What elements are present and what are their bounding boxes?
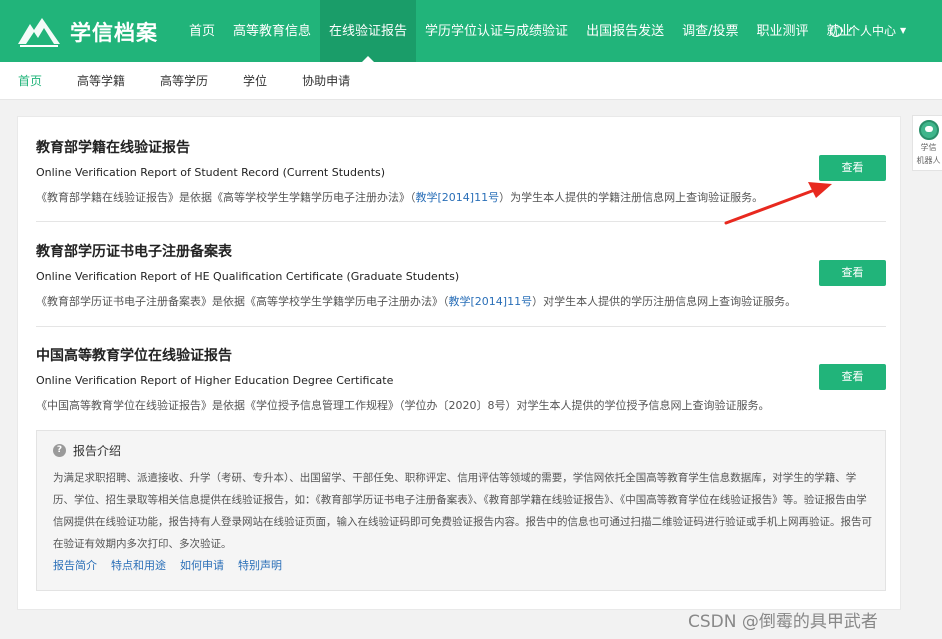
robot-avatar-icon	[918, 120, 939, 140]
robot-assistant-widget[interactable]: 学信 机器人	[912, 115, 942, 171]
red-arrow-annotation	[724, 182, 832, 225]
csdn-watermark: CSDN @倒霉的具甲武者	[688, 612, 878, 632]
widget-label-line2: 机器人	[916, 156, 941, 165]
widget-label-line1: 学信	[920, 143, 937, 152]
